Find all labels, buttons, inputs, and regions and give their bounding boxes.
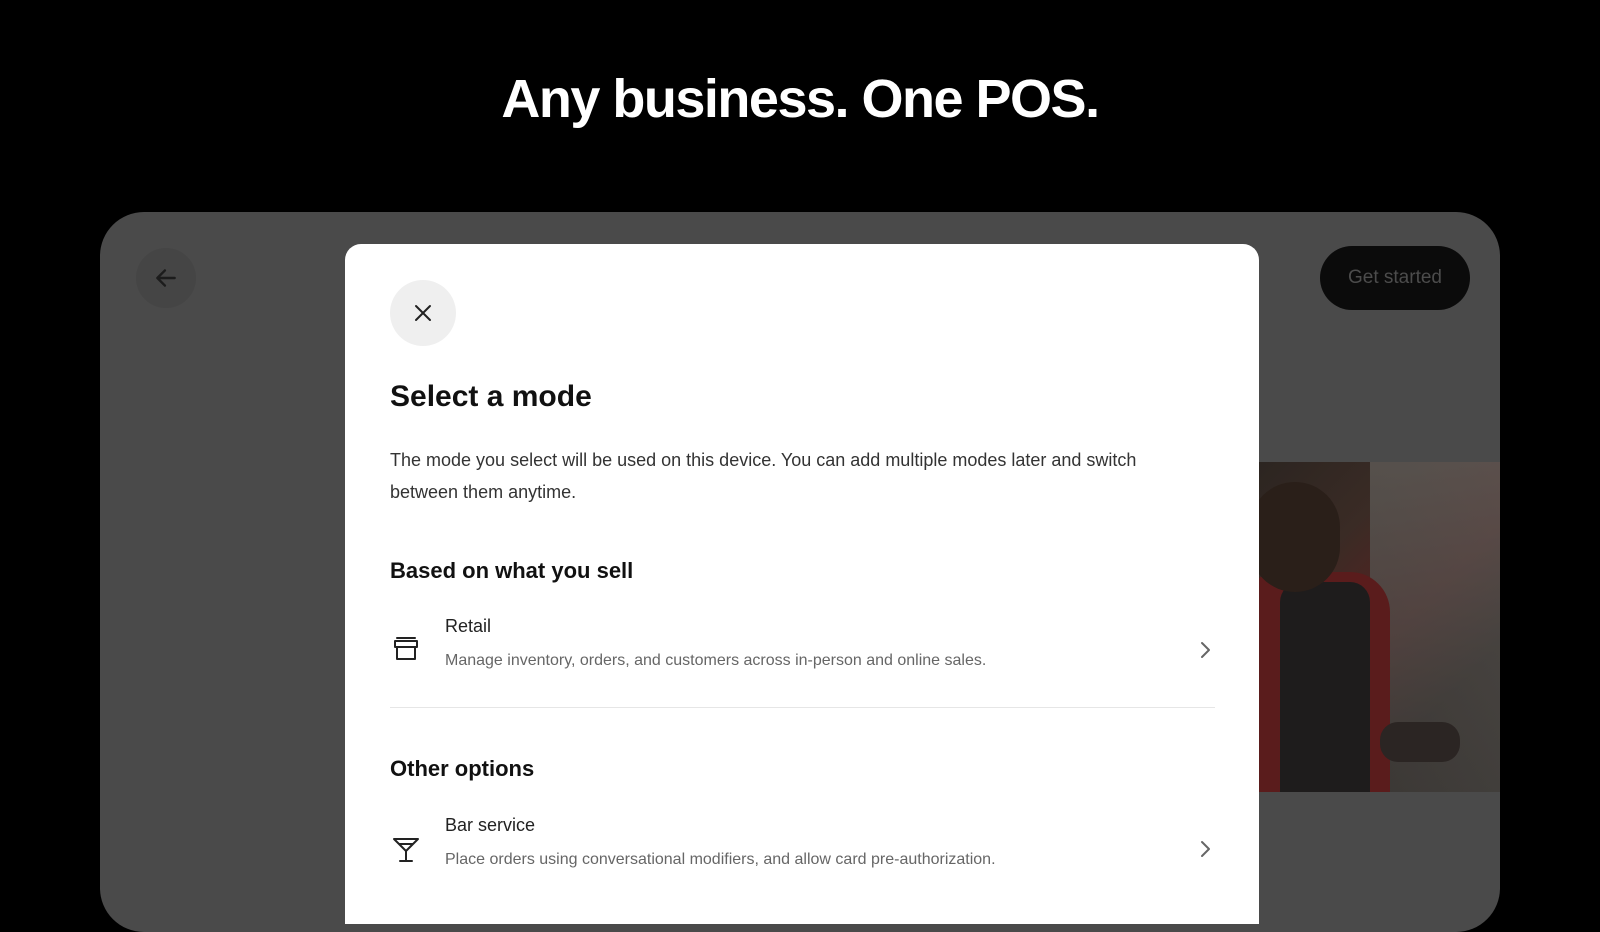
page-headline: Any business. One POS. [501, 69, 1100, 129]
mode-option-bar-service[interactable]: Bar service Place orders using conversat… [390, 807, 1215, 893]
close-button[interactable] [390, 280, 456, 346]
chevron-right-icon [1201, 841, 1210, 857]
option-subtitle: Place orders using conversational modifi… [445, 851, 996, 868]
back-button[interactable] [136, 248, 196, 308]
close-icon [415, 305, 431, 321]
arrow-left-icon [156, 269, 176, 287]
option-title: Bar service [445, 815, 536, 835]
chevron-right-icon [1201, 642, 1210, 658]
cocktail-glass-icon [393, 838, 419, 862]
background-photo [1240, 462, 1500, 792]
section-title-other-options: Other options [390, 756, 535, 781]
modal-description: The mode you select will be used on this… [390, 450, 1137, 502]
get-started-button[interactable]: Get started [1320, 246, 1470, 310]
option-divider [390, 707, 1215, 708]
select-mode-modal: Select a mode The mode you select will b… [345, 244, 1259, 924]
mode-option-retail[interactable]: Retail Manage inventory, orders, and cus… [390, 608, 1215, 694]
storefront-icon [394, 637, 418, 660]
modal-title: Select a mode [390, 380, 592, 413]
section-title-based-on-what-you-sell: Based on what you sell [390, 558, 634, 583]
option-title: Retail [445, 616, 492, 636]
option-subtitle: Manage inventory, orders, and customers … [445, 652, 987, 669]
